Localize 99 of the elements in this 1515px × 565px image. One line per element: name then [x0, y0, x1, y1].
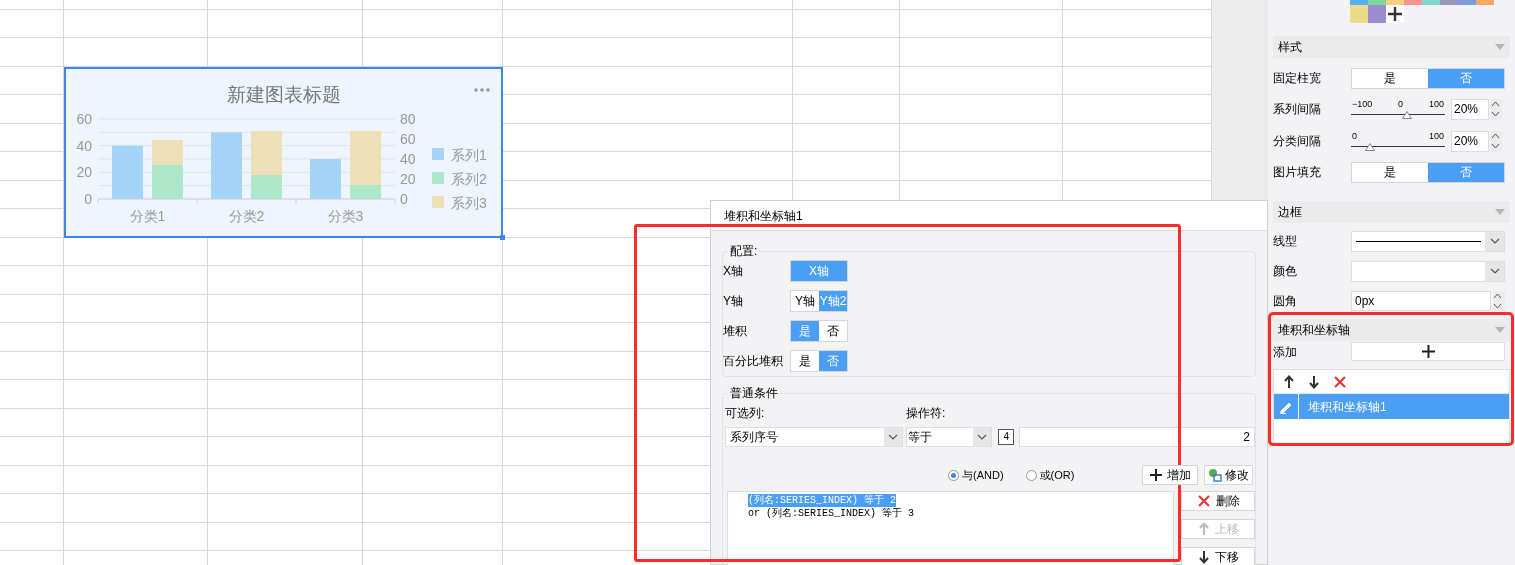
field-label: 可选列:: [724, 405, 766, 422]
color-swatch[interactable]: [1404, 0, 1422, 5]
radius-input[interactable]: 0px: [1351, 291, 1491, 311]
field-label: 堆积: [723, 323, 748, 340]
delete-button[interactable]: 删除: [1181, 491, 1255, 511]
field-label: 线型: [1273, 233, 1298, 250]
y-axis-label: 20: [76, 164, 92, 181]
field-label: 圆角: [1273, 293, 1298, 310]
value-input[interactable]: 20%: [1451, 130, 1489, 152]
down-arrow-icon: [1197, 550, 1210, 564]
chart-panel[interactable]: 新建图表标题 0 20 40 60 0 20 40 60 80 分类1 分类2 分类3 系列1 系列2 系列3: [64, 67, 503, 238]
y-axis-label: 0: [84, 191, 92, 207]
field-label: 图片填充: [1273, 164, 1322, 181]
y2-axis-label: 40: [400, 151, 416, 167]
caret-icon: [1489, 268, 1500, 274]
color-swatch[interactable]: [1368, 5, 1386, 23]
slider-track[interactable]: [1351, 143, 1445, 151]
collapse-icon[interactable]: [1495, 44, 1505, 50]
color-swatch[interactable]: [1476, 0, 1494, 5]
add-button[interactable]: 增加: [1142, 465, 1198, 485]
slider-tick-label: 100: [1428, 99, 1444, 109]
slider-tick-label: 0: [1352, 131, 1357, 141]
group-legend: 配置:: [728, 242, 760, 260]
add-button[interactable]: [1351, 342, 1505, 361]
logic-radio[interactable]: 与(AND): [948, 466, 1004, 484]
logic-radio[interactable]: 或(OR): [1025, 466, 1075, 484]
field-label: Y轴: [723, 293, 744, 310]
y2-axis-label: 60: [400, 131, 416, 147]
color-swatch[interactable]: [1440, 0, 1458, 5]
bar: [112, 145, 143, 199]
operator-dropdown[interactable]: 等于: [906, 427, 993, 447]
section-header[interactable]: 堆积和坐标轴: [1273, 319, 1510, 341]
legend-label: 系列1: [451, 147, 487, 163]
up-arrow-icon: [1197, 522, 1210, 536]
column-dropdown[interactable]: 系列序号: [725, 427, 904, 447]
field-label: X轴: [723, 263, 744, 280]
section-header[interactable]: 样式: [1273, 36, 1510, 58]
field-label: 固定柱宽: [1273, 70, 1322, 87]
bar: [152, 140, 183, 165]
value-input[interactable]: 2: [1019, 427, 1255, 447]
category-label: 分类3: [327, 208, 364, 224]
value-type-button[interactable]: 4: [998, 429, 1015, 445]
resize-handle[interactable]: [500, 235, 505, 240]
plus-icon: [1421, 345, 1435, 358]
line-style-dropdown[interactable]: [1351, 230, 1505, 252]
spinner-arrows-icon[interactable]: [1493, 292, 1502, 310]
category-label: 分类1: [129, 208, 166, 224]
caret-icon: [1489, 238, 1500, 244]
field-label: 系列间隔: [1273, 101, 1322, 118]
caret-icon: [977, 434, 988, 440]
bar: [152, 165, 183, 199]
slider-tick-label: 100: [1428, 131, 1444, 141]
close-icon: [1196, 494, 1211, 508]
collapse-icon[interactable]: [1495, 327, 1505, 333]
color-swatch[interactable]: [1422, 0, 1440, 5]
add-icon[interactable]: [1388, 7, 1402, 21]
more-icon[interactable]: [474, 88, 490, 92]
color-swatch[interactable]: [1350, 0, 1368, 5]
y2-axis-label: 20: [400, 171, 416, 187]
bar: [310, 159, 341, 199]
field-label: 百分比堆积: [723, 353, 784, 370]
plus-icon: [1149, 469, 1162, 481]
move-down-button[interactable]: 下移: [1181, 547, 1255, 565]
dialog-title: 堆积和坐标轴1: [724, 207, 803, 225]
y2-axis-label: 80: [400, 111, 416, 127]
slider-tick-label: 0: [1398, 99, 1404, 109]
color-dropdown[interactable]: [1351, 260, 1505, 282]
color-swatch[interactable]: [1368, 0, 1386, 5]
color-swatch[interactable]: [1458, 0, 1476, 5]
down-arrow-icon: [1308, 374, 1320, 389]
caret-icon: [888, 434, 899, 440]
color-swatch[interactable]: [1350, 5, 1368, 23]
group-legend: 普通条件: [728, 384, 780, 402]
field-label: 添加: [1273, 343, 1298, 361]
value-input[interactable]: 20%: [1451, 98, 1489, 120]
color-swatch[interactable]: [1386, 0, 1404, 5]
close-icon: [1333, 374, 1347, 389]
y2-axis-label: 0: [400, 191, 408, 207]
section-header[interactable]: 边框: [1273, 201, 1510, 223]
legend-label: 系列2: [451, 171, 487, 187]
slider-track[interactable]: [1351, 111, 1445, 119]
condition-item[interactable]: or (列名:SERIES_INDEX) 等于 3: [748, 507, 915, 520]
field-label: 颜色: [1273, 263, 1298, 280]
spinner-arrows-icon[interactable]: [1491, 132, 1500, 150]
legend-label: 系列3: [451, 195, 487, 211]
collapse-icon[interactable]: [1495, 209, 1505, 215]
y-axis-label: 40: [76, 137, 92, 154]
category-label: 分类2: [228, 208, 265, 224]
edit-button[interactable]: 修改: [1204, 465, 1253, 485]
bar: [211, 132, 242, 199]
field-label: 操作符:: [906, 405, 946, 422]
y-axis-label: 60: [76, 111, 92, 127]
spinner-arrows-icon[interactable]: [1491, 100, 1500, 118]
slider-thumb[interactable]: [1402, 111, 1413, 119]
slider-tick-label: −100: [1352, 99, 1373, 109]
up-arrow-icon: [1283, 374, 1295, 389]
slider-thumb[interactable]: [1364, 143, 1375, 151]
field-label: 分类间隔: [1273, 133, 1322, 150]
chart-title: 新建图表标题: [227, 84, 341, 105]
